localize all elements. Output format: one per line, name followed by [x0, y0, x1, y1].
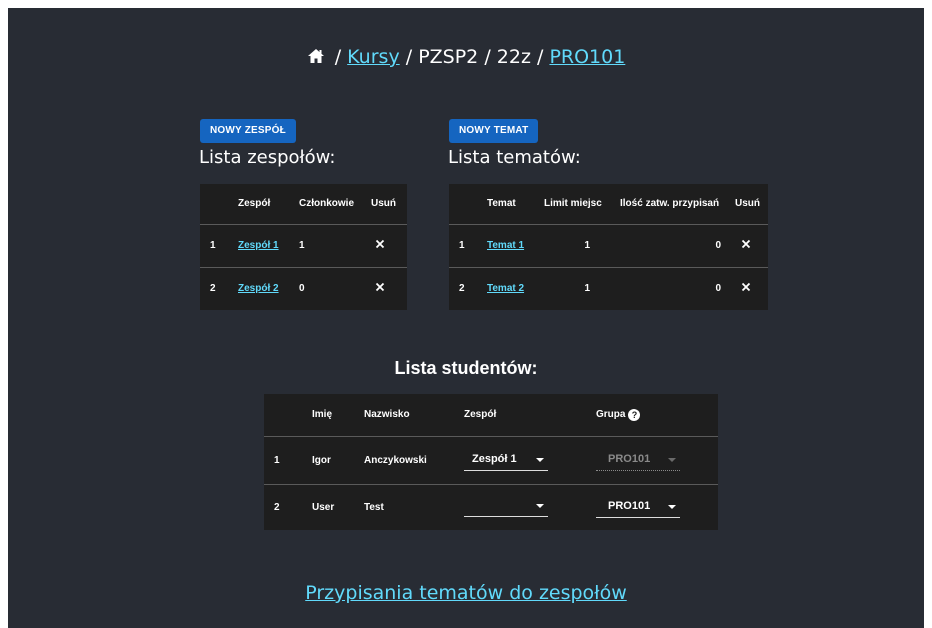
- column-header-delete: Usuń: [371, 198, 396, 210]
- table-row: 1 Temat 1 1 0: [449, 223, 768, 267]
- footer: Przypisania tematów do zespołów: [8, 582, 924, 604]
- topic-link[interactable]: Temat 1: [487, 240, 524, 251]
- column-header-group: Grupa: [596, 408, 626, 420]
- team-link[interactable]: Zespół 2: [238, 283, 279, 294]
- topic-link[interactable]: Temat 2: [487, 283, 524, 294]
- table-row: 1 Zespół 1 1: [200, 223, 407, 267]
- row-index: 2: [449, 266, 487, 310]
- group-select[interactable]: PRO101: [596, 496, 680, 519]
- column-header-first-name: Imię: [312, 409, 333, 421]
- limit-value: 1: [544, 266, 608, 310]
- column-header-last-name: Nazwisko: [364, 409, 410, 421]
- chevron-down-icon: [668, 505, 676, 510]
- first-name: Igor: [312, 435, 364, 484]
- team-select[interactable]: [464, 495, 548, 517]
- team-select[interactable]: Zespół 1: [464, 449, 548, 471]
- home-icon[interactable]: [307, 48, 325, 64]
- row-index: 1: [264, 435, 312, 484]
- delete-x-icon[interactable]: [741, 239, 751, 249]
- breadcrumb-kursy-link[interactable]: Kursy: [347, 46, 400, 68]
- group-select: PRO101: [596, 449, 680, 471]
- students-table: Imię Nazwisko Zespół Grupa? 1 Igor Anczy…: [264, 394, 718, 530]
- question-circle-icon[interactable]: ?: [628, 408, 641, 421]
- column-header-delete: Usuń: [735, 198, 760, 210]
- table-row: 2 Zespół 2 0: [200, 266, 407, 310]
- table-row: 2 User Test PRO101: [264, 483, 718, 530]
- column-header-topic: Temat: [487, 198, 516, 210]
- team-link[interactable]: Zespół 1: [238, 240, 279, 251]
- delete-x-icon[interactable]: [375, 239, 385, 249]
- column-header-team: Zespół: [464, 409, 497, 421]
- row-index: 2: [264, 483, 312, 530]
- column-header-limit: Limit miejsc: [544, 198, 602, 210]
- teams-table: Zespół Członkowie Usuń 1 Zespół 1 1 2 Ze…: [200, 184, 407, 310]
- group-select-value: PRO101: [608, 453, 651, 465]
- breadcrumb-separator: /: [334, 46, 342, 68]
- group-select-value: PRO101: [608, 500, 651, 513]
- team-select-value: Zespół 1: [472, 453, 517, 465]
- students-list-title: Lista studentów:: [394, 358, 538, 378]
- table-row: 2 Temat 2 1 0: [449, 266, 768, 310]
- app-container: / Kursy / PZSP2 / 22z / PRO101 NOWY ZESP…: [8, 8, 924, 628]
- delete-x-icon[interactable]: [741, 282, 751, 292]
- chevron-down-icon: [668, 458, 676, 462]
- members-count: 1: [299, 223, 371, 267]
- topics-list-title: Lista tematów:: [448, 147, 581, 168]
- row-index: 2: [200, 266, 238, 310]
- topic-assignments-link[interactable]: Przypisania tematów do zespołów: [305, 582, 627, 604]
- breadcrumb-separator: /: [484, 46, 491, 68]
- members-count: 0: [299, 266, 371, 310]
- breadcrumb-code-link[interactable]: PRO101: [549, 46, 625, 68]
- new-team-button[interactable]: NOWY ZESPÓŁ: [200, 119, 296, 143]
- approved-value: 0: [608, 223, 729, 267]
- breadcrumb: / Kursy / PZSP2 / 22z / PRO101: [8, 46, 924, 68]
- first-name: User: [312, 483, 364, 530]
- teams-table-header: Zespół Członkowie Usuń: [200, 184, 407, 224]
- new-topic-button[interactable]: NOWY TEMAT: [449, 119, 539, 143]
- column-header-team: Zespół: [238, 198, 271, 210]
- approved-value: 0: [608, 266, 729, 310]
- column-header-members: Członkowie: [299, 198, 355, 210]
- table-row: 1 Igor Anczykowski Zespół 1 PRO101: [264, 435, 718, 484]
- last-name: Test: [364, 483, 464, 530]
- chevron-down-icon: [536, 458, 544, 462]
- breadcrumb-separator: /: [405, 46, 413, 68]
- column-header-approved: Ilość zatw. przypisań: [620, 198, 720, 210]
- students-table-header: Imię Nazwisko Zespół Grupa?: [264, 394, 718, 436]
- teams-list-title: Lista zespołów:: [199, 147, 336, 168]
- breadcrumb-separator: /: [536, 46, 544, 68]
- chevron-down-icon: [536, 503, 544, 508]
- breadcrumb-semester: 22z: [496, 46, 531, 68]
- topics-table: Temat Limit miejsc Ilość zatw. przypisań…: [449, 184, 768, 310]
- limit-value: 1: [544, 223, 608, 267]
- last-name: Anczykowski: [364, 435, 464, 484]
- delete-x-icon[interactable]: [375, 282, 385, 292]
- topics-table-header: Temat Limit miejsc Ilość zatw. przypisań…: [449, 184, 768, 224]
- row-index: 1: [200, 223, 238, 267]
- row-index: 1: [449, 223, 487, 267]
- breadcrumb-course: PZSP2: [418, 46, 479, 68]
